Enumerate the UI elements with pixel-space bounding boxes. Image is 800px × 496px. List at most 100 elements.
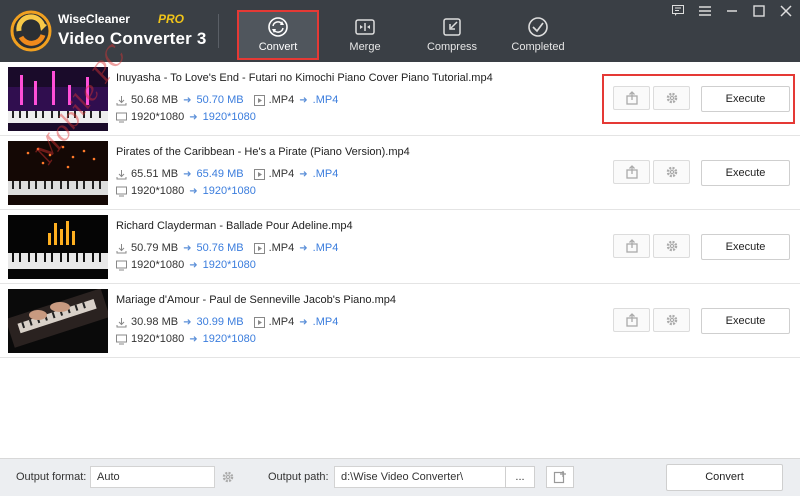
file-resolution: 1920*1080 ➜ 1920*1080 <box>116 259 256 271</box>
footer-bar: Output format: Auto Output path: d:\Wise… <box>0 458 800 496</box>
gear-icon <box>666 166 677 178</box>
format-original: .MP4 <box>268 316 295 328</box>
resolution-icon <box>116 186 127 196</box>
format-icon <box>253 242 265 254</box>
arrow-icon: ➜ <box>189 333 198 345</box>
file-info-button[interactable] <box>613 234 650 258</box>
file-size-format: 50.79 MB ➜ 50.76 MB .MP4 ➜ .MP4 <box>116 242 338 254</box>
file-settings-button[interactable] <box>653 308 690 332</box>
file-size-format: 65.51 MB ➜ 65.49 MB .MP4 ➜ .MP4 <box>116 168 338 180</box>
format-output[interactable]: .MP4 <box>313 94 339 106</box>
resolution-output[interactable]: 1920*1080 <box>203 259 256 271</box>
file-settings-button[interactable] <box>653 160 690 184</box>
format-settings-gear-icon[interactable] <box>221 470 235 487</box>
file-name: Pirates of the Caribbean - He's a Pirate… <box>116 146 410 158</box>
size-original: 50.68 MB <box>131 94 179 106</box>
file-name: Inuyasha - To Love's End - Futari no Kim… <box>116 72 493 84</box>
merge-icon <box>355 19 375 35</box>
resolution-original: 1920*1080 <box>131 185 185 197</box>
brand: WiseCleaner PRO Video Converter 3 <box>58 12 207 49</box>
size-output: 30.99 MB <box>196 316 244 328</box>
highlight-box <box>602 74 795 124</box>
tab-completed[interactable]: Completed <box>497 10 579 60</box>
size-output: 65.49 MB <box>196 168 244 180</box>
close-icon[interactable] <box>779 4 792 17</box>
tab-completed-label: Completed <box>511 41 565 53</box>
file-info-button[interactable] <box>613 308 650 332</box>
tab-merge[interactable]: Merge <box>324 10 406 60</box>
size-original: 50.79 MB <box>131 242 179 254</box>
file-name: Mariage d'Amour - Paul de Senneville Jac… <box>116 294 396 306</box>
menu-icon[interactable] <box>698 4 711 17</box>
resolution-original: 1920*1080 <box>131 111 185 123</box>
arrow-icon: ➜ <box>183 316 192 328</box>
output-path-input[interactable]: d:\Wise Video Converter\ <box>334 466 506 488</box>
gear-icon <box>666 314 677 326</box>
arrow-icon: ➜ <box>183 168 192 180</box>
brand-company: WiseCleaner <box>58 12 130 26</box>
size-output: 50.70 MB <box>196 94 244 106</box>
resolution-output[interactable]: 1920*1080 <box>203 185 256 197</box>
browse-button[interactable]: ... <box>505 466 535 488</box>
output-path-label: Output path: <box>268 471 329 483</box>
file-size-icon <box>116 169 127 179</box>
file-size-icon <box>116 317 127 327</box>
format-icon <box>253 94 265 106</box>
file-info-button[interactable] <box>613 160 650 184</box>
arrow-icon: ➜ <box>299 94 308 106</box>
resolution-icon <box>116 260 127 270</box>
resolution-original: 1920*1080 <box>131 259 185 271</box>
convert-all-button[interactable]: Convert <box>666 464 783 491</box>
resolution-icon <box>116 334 127 344</box>
execute-button[interactable]: Execute <box>701 308 790 334</box>
export-icon <box>625 313 638 327</box>
resolution-icon <box>116 112 127 122</box>
file-list: Inuyasha - To Love's End - Futari no Kim… <box>0 40 800 458</box>
format-original: .MP4 <box>268 242 295 254</box>
header-divider <box>218 14 219 48</box>
file-size-icon <box>116 95 127 105</box>
resolution-output[interactable]: 1920*1080 <box>203 111 256 123</box>
minimize-icon[interactable] <box>725 4 738 17</box>
format-output[interactable]: .MP4 <box>313 316 339 328</box>
tab-compress[interactable]: Compress <box>411 10 493 60</box>
file-row: Mariage d'Amour - Paul de Senneville Jac… <box>0 284 800 358</box>
add-folder-button[interactable] <box>546 466 574 488</box>
export-icon <box>625 239 638 253</box>
gear-icon <box>666 240 677 252</box>
output-format-label: Output format: <box>16 471 87 483</box>
tab-compress-label: Compress <box>426 41 478 53</box>
video-thumbnail <box>8 215 108 279</box>
arrow-icon: ➜ <box>299 168 308 180</box>
arrow-icon: ➜ <box>183 242 192 254</box>
export-icon <box>625 165 638 179</box>
app-title: Video Converter 3 <box>58 29 207 48</box>
resolution-output[interactable]: 1920*1080 <box>203 333 256 345</box>
file-size-format: 30.98 MB ➜ 30.99 MB .MP4 ➜ .MP4 <box>116 316 338 328</box>
execute-button[interactable]: Execute <box>701 160 790 186</box>
arrow-icon: ➜ <box>183 94 192 106</box>
app-logo-icon <box>10 10 52 52</box>
file-settings-button[interactable] <box>653 234 690 258</box>
completed-icon <box>528 17 548 37</box>
format-icon <box>253 168 265 180</box>
size-original: 30.98 MB <box>131 316 179 328</box>
format-output[interactable]: .MP4 <box>313 168 339 180</box>
file-resolution: 1920*1080 ➜ 1920*1080 <box>116 185 256 197</box>
maximize-icon[interactable] <box>752 4 765 17</box>
size-original: 65.51 MB <box>131 168 179 180</box>
size-output: 50.76 MB <box>196 242 244 254</box>
format-icon <box>253 316 265 328</box>
file-size-format: 50.68 MB ➜ 50.70 MB .MP4 ➜ .MP4 <box>116 94 338 106</box>
tab-convert[interactable]: Convert <box>237 10 319 60</box>
execute-button[interactable]: Execute <box>701 234 790 260</box>
window-controls <box>671 4 792 18</box>
tab-merge-label: Merge <box>349 41 381 53</box>
resolution-original: 1920*1080 <box>131 333 185 345</box>
add-file-icon <box>553 471 566 484</box>
file-size-icon <box>116 243 127 253</box>
format-output[interactable]: .MP4 <box>313 242 339 254</box>
convert-icon <box>268 17 288 37</box>
feedback-icon[interactable] <box>671 4 684 17</box>
output-format-select[interactable]: Auto <box>90 466 215 488</box>
